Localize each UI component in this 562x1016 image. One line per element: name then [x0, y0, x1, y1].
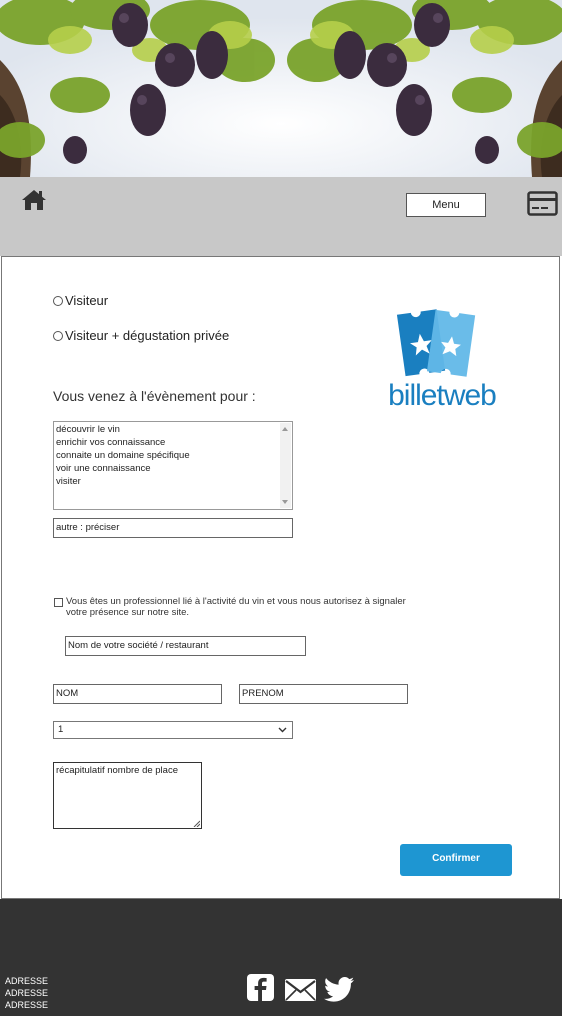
quantity-select[interactable]: 1	[53, 721, 293, 739]
twitter-icon[interactable]	[324, 977, 354, 1003]
email-icon[interactable]	[285, 979, 316, 1001]
footer: ADRESSE ADRESSE ADRESSE	[0, 899, 562, 1016]
radio-visitor-tasting[interactable]: Visiteur + dégustation privée	[53, 328, 229, 343]
last-name-input[interactable]: NOM	[53, 684, 222, 704]
quantity-value: 1	[58, 724, 64, 735]
billetweb-logo: billetweb	[383, 307, 501, 412]
list-item[interactable]: découvrir le vin	[56, 423, 290, 436]
facebook-icon[interactable]	[247, 974, 274, 1001]
summary-textarea[interactable]: récapitulatif nombre de place	[53, 762, 202, 829]
home-icon[interactable]	[20, 188, 48, 212]
scroll-up-icon[interactable]	[282, 427, 288, 431]
professional-label: Vous êtes un professionnel lié à l'activ…	[66, 596, 406, 618]
menu-button[interactable]: Menu	[406, 193, 486, 217]
list-item[interactable]: enrichir vos connaissance	[56, 436, 290, 449]
top-nav: Menu	[0, 177, 562, 256]
listbox-scrollbar[interactable]	[280, 423, 291, 508]
first-name-input[interactable]: PRENOM	[239, 684, 408, 704]
resize-grip-icon[interactable]	[193, 820, 200, 827]
logo-wordmark: billetweb	[388, 379, 496, 409]
reason-question: Vous venez à l'évènement pour :	[53, 388, 256, 404]
summary-text: récapitulatif nombre de place	[56, 765, 178, 776]
other-reason-input[interactable]: autre : préciser	[53, 518, 293, 538]
address-block: ADRESSE ADRESSE ADRESSE	[5, 975, 48, 1011]
radio-visitor[interactable]: Visiteur	[53, 293, 108, 308]
address-line: ADRESSE	[5, 988, 49, 998]
radio-label: Visiteur	[65, 293, 109, 308]
company-input[interactable]: Nom de votre société / restaurant	[65, 636, 306, 656]
list-item[interactable]: visiter	[56, 475, 290, 488]
radio-button[interactable]	[53, 295, 63, 306]
credit-card-icon[interactable]	[527, 191, 558, 216]
professional-checkbox[interactable]	[54, 598, 63, 607]
vineyard-image	[0, 0, 562, 177]
list-item[interactable]: connaite un domaine spécifique	[56, 449, 290, 462]
address-line: ADRESSE	[5, 1000, 49, 1010]
radio-label: Visiteur + dégustation privée	[65, 328, 230, 343]
scroll-down-icon[interactable]	[282, 500, 288, 504]
reason-listbox[interactable]: découvrir le vin enrichir vos connaissan…	[53, 421, 293, 510]
list-item[interactable]: voir une connaissance	[56, 462, 290, 475]
radio-button[interactable]	[53, 330, 63, 341]
address-line: ADRESSE	[5, 976, 49, 986]
hero-banner	[0, 0, 562, 177]
confirm-button[interactable]: Confirmer	[400, 844, 512, 876]
chevron-down-icon	[278, 727, 287, 733]
